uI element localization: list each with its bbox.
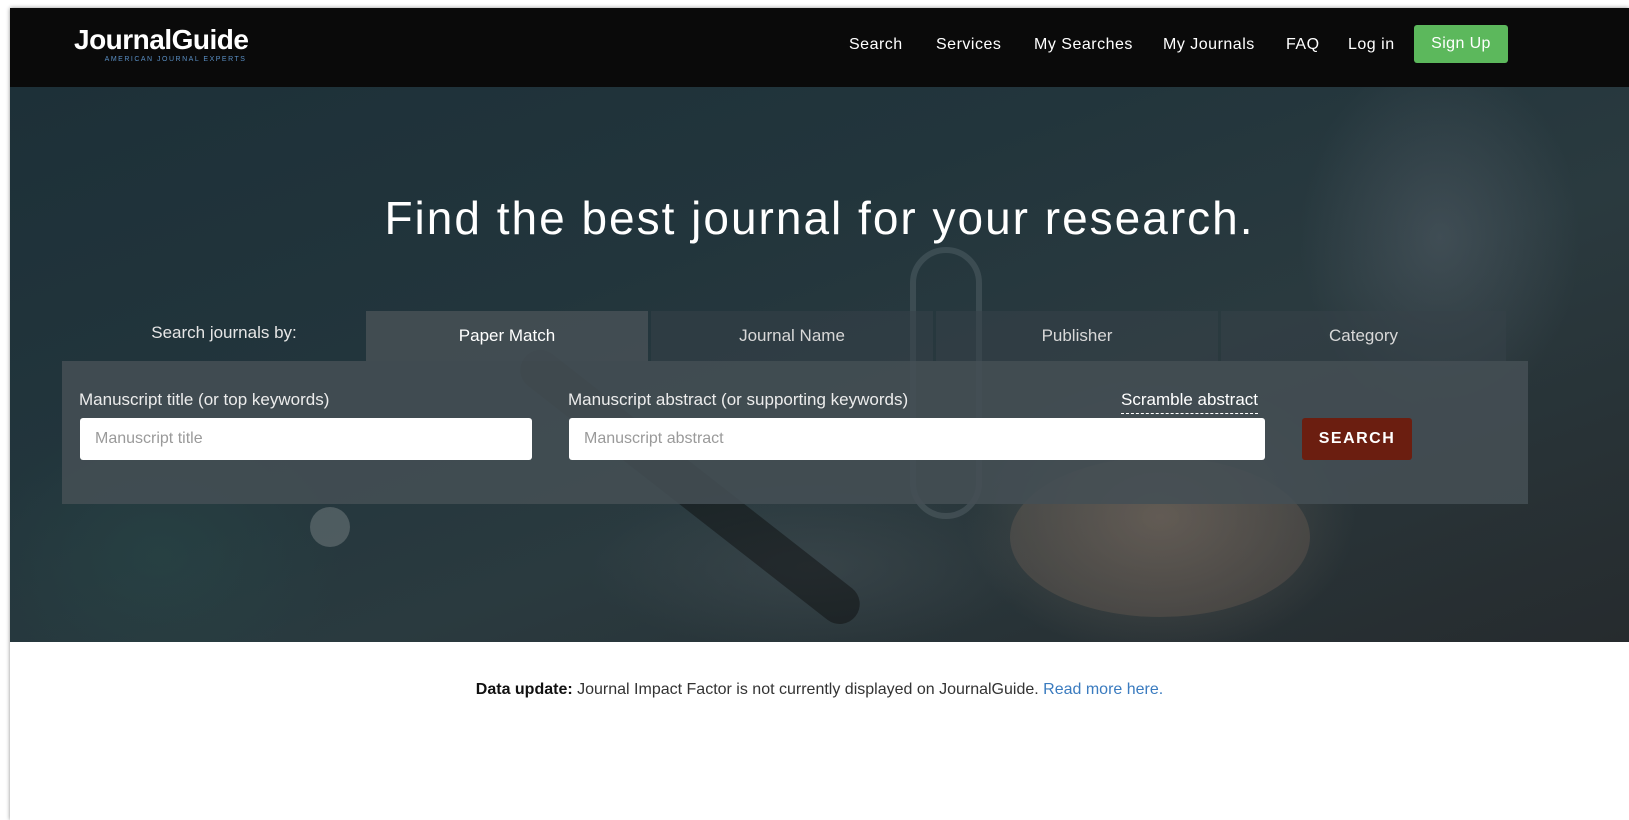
paper-match-panel: Manuscript title (or top keywords) Manus… [62, 361, 1528, 504]
browser-page: JournalGuide AMERICAN JOURNAL EXPERTS Se… [10, 8, 1629, 820]
notice-text: Journal Impact Factor is not currently d… [572, 681, 1044, 698]
nav-faq-link[interactable]: FAQ [1286, 36, 1320, 54]
read-more-link[interactable]: Read more here. [1043, 681, 1163, 698]
background-molecule-shape [310, 507, 350, 547]
manuscript-title-label: Manuscript title (or top keywords) [79, 390, 330, 409]
signup-button[interactable]: Sign Up [1414, 25, 1508, 63]
nav-login-link[interactable]: Log in [1348, 36, 1395, 54]
scramble-abstract-link[interactable]: Scramble abstract [1121, 390, 1258, 414]
search-button[interactable]: SEARCH [1302, 418, 1412, 460]
top-navigation-bar: JournalGuide AMERICAN JOURNAL EXPERTS Se… [10, 8, 1629, 87]
search-by-label: Search journals by: [151, 323, 297, 342]
hero-section: Find the best journal for your research.… [10, 87, 1629, 642]
notice-prefix: Data update: [475, 681, 573, 698]
tab-journal-name[interactable]: Journal Name [651, 311, 933, 361]
nav-my-searches-link[interactable]: My Searches [1034, 36, 1133, 54]
manuscript-title-input[interactable] [80, 418, 532, 460]
main-nav: Search Services My Searches My Journals … [10, 8, 1629, 87]
data-update-notice: Data update: Journal Impact Factor is no… [10, 681, 1629, 699]
nav-search-link[interactable]: Search [849, 36, 903, 54]
hero-title: Find the best journal for your research. [384, 192, 1255, 244]
manuscript-abstract-input[interactable] [569, 418, 1265, 460]
tab-publisher[interactable]: Publisher [936, 311, 1218, 361]
nav-my-journals-link[interactable]: My Journals [1163, 36, 1255, 54]
tab-paper-match[interactable]: Paper Match [366, 311, 648, 361]
nav-services-link[interactable]: Services [936, 36, 1001, 54]
tab-category[interactable]: Category [1221, 311, 1506, 361]
manuscript-abstract-label: Manuscript abstract (or supporting keywo… [568, 390, 909, 409]
